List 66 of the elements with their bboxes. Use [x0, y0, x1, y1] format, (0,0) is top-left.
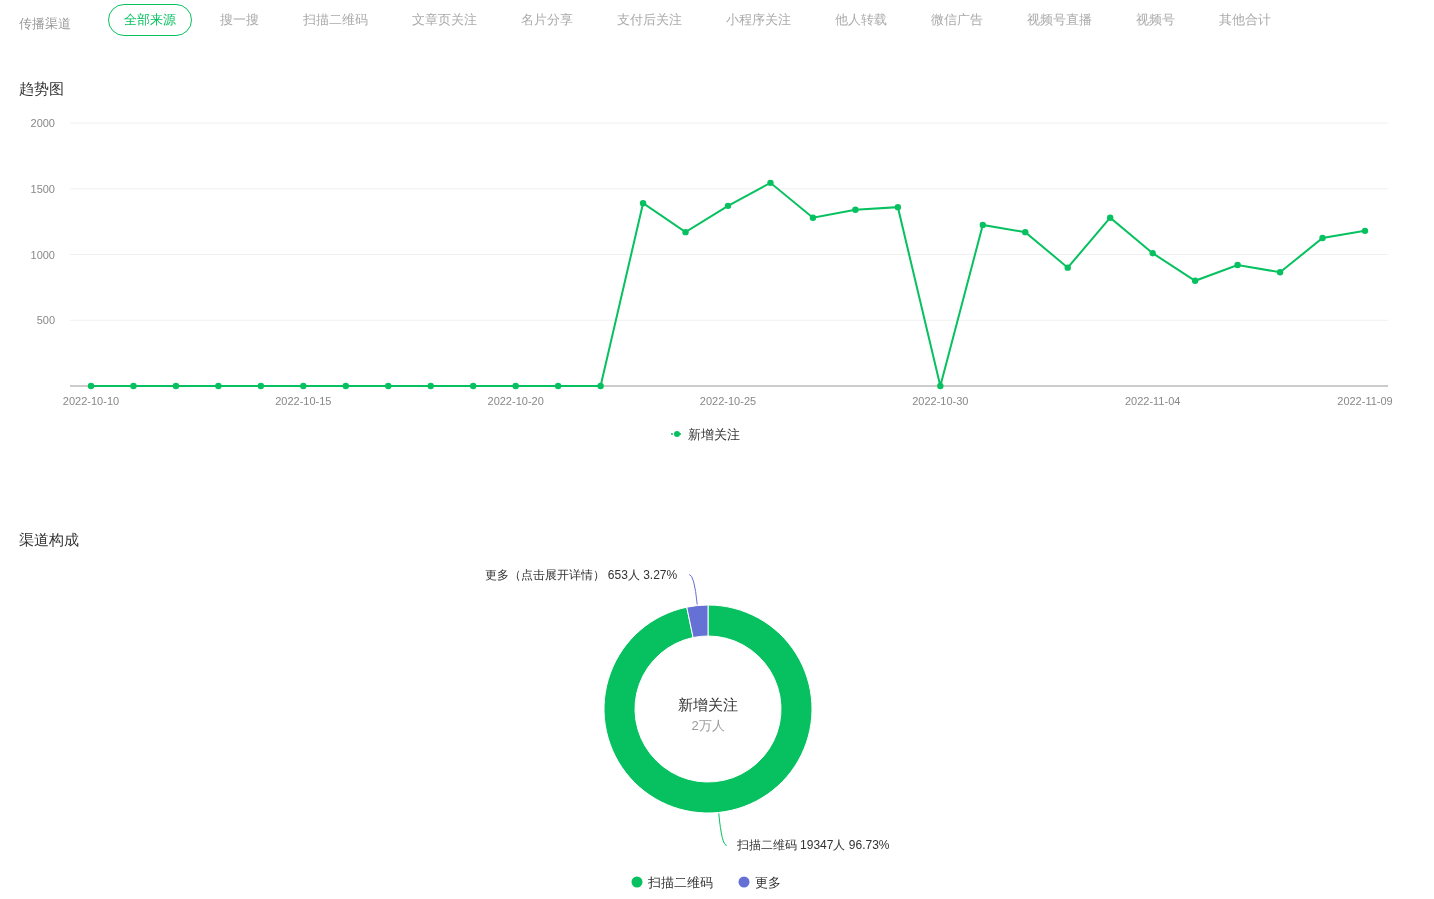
data-point — [1361, 227, 1369, 234]
data-point — [1276, 268, 1284, 275]
data-point — [639, 199, 647, 206]
data-point — [767, 179, 774, 186]
data-point — [1022, 228, 1029, 235]
slice-label: 更多（点击展开详情） 653人 3.27% — [484, 567, 678, 582]
filter-label: 传播渠道 — [19, 15, 71, 33]
channel-tab[interactable]: 视频号 — [1120, 4, 1191, 36]
data-point — [809, 214, 817, 221]
channel-tab[interactable]: 名片分享 — [505, 4, 589, 36]
x-tick-label: 2022-10-20 — [487, 394, 544, 407]
y-tick-label: 2000 — [30, 116, 55, 129]
data-point — [554, 382, 562, 389]
data-point — [385, 382, 392, 389]
data-point — [130, 382, 137, 389]
data-point — [894, 203, 902, 210]
channel-tab[interactable]: 文章页关注 — [396, 4, 493, 36]
data-point — [1191, 277, 1199, 284]
data-point — [1319, 234, 1326, 241]
legend-label[interactable]: 扫描二维码 — [648, 875, 713, 890]
y-tick-label: 1000 — [30, 248, 55, 260]
channel-tab[interactable]: 扫描二维码 — [287, 4, 384, 36]
x-tick-label: 2022-10-10 — [62, 394, 120, 407]
channel-tab[interactable]: 支付后关注 — [601, 4, 698, 36]
x-tick-label: 2022-11-09 — [1337, 394, 1393, 407]
section-title: 渠道构成 — [18, 529, 80, 550]
y-tick-label: 1500 — [30, 182, 55, 195]
channel-tab[interactable]: 视频号直播 — [1011, 4, 1108, 36]
slice-label: 扫描二维码 19347人 96.73% — [736, 838, 890, 853]
data-point — [427, 382, 434, 389]
data-point — [87, 382, 95, 389]
data-point — [300, 382, 307, 389]
x-tick-label: 2022-10-15 — [275, 394, 332, 407]
data-point — [724, 202, 732, 209]
data-point — [470, 382, 477, 389]
x-tick-label: 2022-10-30 — [912, 394, 969, 407]
channel-tab[interactable]: 其他合计 — [1203, 4, 1287, 36]
data-point — [342, 382, 349, 389]
donut-slice[interactable] — [686, 604, 709, 639]
section-title: 趋势图 — [18, 79, 65, 99]
data-point — [597, 382, 604, 389]
data-point — [257, 382, 265, 389]
data-point — [937, 382, 944, 389]
donut-center-title: 新增关注 — [678, 696, 738, 713]
donut-center-value: 2万人 — [691, 718, 725, 733]
leader-line — [688, 574, 698, 606]
data-point — [1107, 214, 1114, 221]
data-point — [682, 228, 689, 235]
data-point — [1064, 263, 1071, 271]
channel-tab[interactable]: 他人转载 — [819, 4, 903, 36]
channel-tab[interactable]: 小程序关注 — [710, 4, 807, 36]
data-point — [1149, 249, 1156, 256]
legend-label[interactable]: 新增关注 — [688, 426, 740, 442]
data-point — [852, 206, 859, 213]
x-tick-label: 2022-10-25 — [699, 394, 757, 407]
data-point — [215, 382, 222, 389]
data-point — [512, 382, 519, 389]
channel-tab[interactable]: 微信广告 — [915, 4, 999, 36]
y-tick-label: 500 — [36, 313, 55, 326]
donut-slice[interactable] — [603, 604, 813, 814]
leader-line — [718, 812, 728, 846]
data-point — [172, 382, 180, 389]
legend-label[interactable]: 更多 — [755, 875, 781, 890]
data-point — [979, 221, 986, 228]
data-point — [1234, 261, 1241, 268]
x-tick-label: 2022-11-04 — [1124, 394, 1181, 407]
